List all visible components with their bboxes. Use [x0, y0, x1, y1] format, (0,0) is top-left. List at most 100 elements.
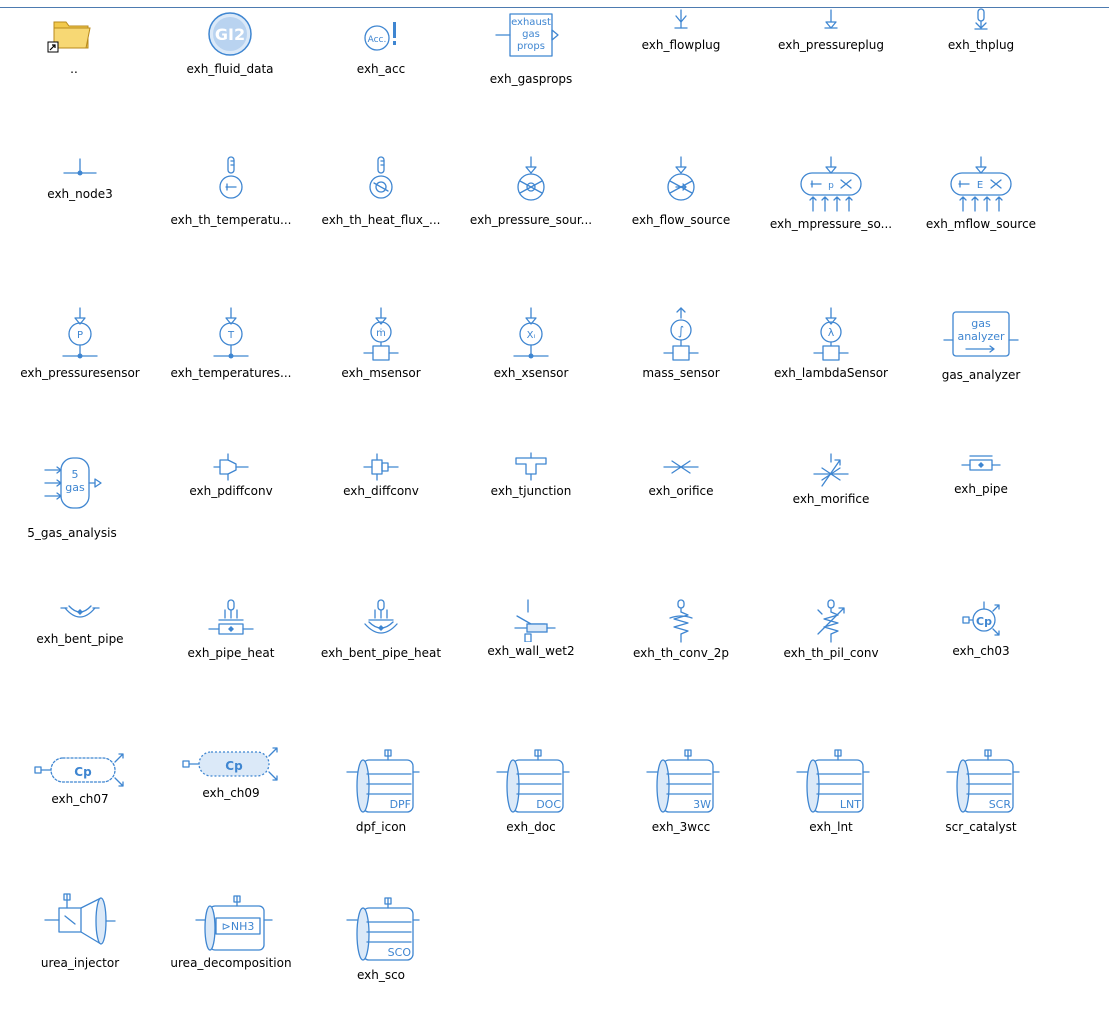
library-item-exh-wall-wet2[interactable]: exh_wall_wet2: [456, 598, 606, 718]
item-label: exh_3wcc: [651, 820, 711, 834]
library-item-exh-fluid-data[interactable]: GI2 exh_fluid_data: [155, 8, 305, 128]
library-item-exh-ch09[interactable]: Cp exh_ch09: [156, 744, 306, 864]
library-item-exh-pdiffconv[interactable]: exh_pdiffconv: [156, 452, 306, 572]
library-item-exh-orifice[interactable]: exh_orifice: [606, 452, 756, 572]
item-label: urea_decomposition: [170, 956, 292, 970]
svg-text:gas: gas: [65, 481, 85, 494]
pressure-sensor-icon: P: [62, 307, 98, 359]
library-item-exh-morifice[interactable]: exh_morifice: [756, 452, 906, 572]
library-item-exh-pressure-source[interactable]: exh_pressure_sour...: [456, 155, 606, 275]
library-item-gas-analyzer[interactable]: gas analyzer gas_analyzer: [906, 306, 1056, 426]
svg-text:Acc.: Acc.: [368, 35, 387, 45]
svg-text:ṁ: ṁ: [376, 328, 386, 339]
item-label: gas_analyzer: [941, 368, 1021, 382]
item-label: ..: [70, 62, 78, 76]
svg-text:DOC: DOC: [536, 798, 561, 811]
svg-text:LNT: LNT: [840, 798, 861, 811]
pipe-heat-icon: [208, 599, 254, 635]
item-label: exh_pipe: [954, 482, 1008, 496]
svg-text:GI2: GI2: [215, 25, 245, 44]
library-item-exh-diffconv[interactable]: exh_diffconv: [306, 452, 456, 572]
library-item-parent[interactable]: ..: [0, 8, 149, 128]
library-item-exh-pressureplug[interactable]: exh_pressureplug: [756, 8, 906, 128]
fluid-data-icon: GI2: [208, 12, 252, 56]
item-label: exh_ch07: [51, 792, 109, 806]
library-item-exh-msensor[interactable]: ṁ exh_msensor: [306, 306, 456, 426]
library-item-urea-injector[interactable]: urea_injector: [5, 892, 155, 1012]
pipe-icon: [961, 455, 1001, 471]
library-item-exh-pressuresensor[interactable]: P exh_pressuresensor: [5, 306, 155, 426]
mflow-source-icon: E: [950, 156, 1012, 212]
xsensor-icon: Xᵢ: [513, 307, 549, 359]
library-item-exh-thplug[interactable]: exh_thplug: [906, 8, 1056, 128]
svg-text:p: p: [828, 181, 834, 191]
library-icon-grid: .. GI2 exh_fluid_data Acc. exh_acc exhau…: [0, 0, 1109, 988]
th-conv-icon: [669, 599, 693, 643]
library-item-exh-lnt[interactable]: LNT exh_lnt: [756, 744, 906, 864]
library-item-exh-mpressure-source[interactable]: p exh_mpressure_so...: [756, 155, 906, 275]
svg-text:E: E: [977, 180, 983, 191]
item-label: exh_diffconv: [343, 484, 419, 498]
library-item-exh-lambdasensor[interactable]: λ exh_lambdaSensor: [756, 306, 906, 426]
library-item-exh-xsensor[interactable]: Xᵢ exh_xsensor: [456, 306, 606, 426]
library-item-exh-acc[interactable]: Acc. exh_acc: [306, 8, 456, 128]
library-item-exh-bent-pipe[interactable]: exh_bent_pipe: [5, 598, 155, 718]
item-label: 5_gas_analysis: [27, 526, 117, 540]
bent-pipe-heat-icon: [364, 599, 398, 634]
lambda-sensor-icon: λ: [813, 307, 849, 361]
library-item-dpf-icon[interactable]: DPF dpf_icon: [306, 744, 456, 864]
library-item-exh-pipe[interactable]: exh_pipe: [906, 452, 1056, 572]
item-label: mass_sensor: [642, 366, 720, 380]
library-item-exh-th-temperature[interactable]: exh_th_temperatu...: [156, 155, 306, 275]
svg-text:gas: gas: [522, 29, 540, 40]
library-item-mass-sensor[interactable]: ∫ mass_sensor: [606, 306, 756, 426]
urea-injector-icon: [44, 893, 116, 945]
library-item-exh-th-pil-conv[interactable]: exh_th_pil_conv: [756, 598, 906, 718]
item-label: exh_pressuresensor: [20, 366, 140, 380]
item-label: scr_catalyst: [945, 820, 1017, 834]
svg-text:analyzer: analyzer: [957, 330, 1005, 343]
library-item-exh-sco[interactable]: SCO exh_sco: [306, 892, 456, 1012]
library-item-exh-3wcc[interactable]: 3W exh_3wcc: [606, 744, 756, 864]
library-item-exh-th-heat-flux[interactable]: exh_th_heat_flux_...: [306, 155, 456, 275]
item-label: exh_mflow_source: [925, 217, 1037, 231]
item-label: exh_msensor: [341, 366, 421, 380]
library-item-exh-bent-pipe-heat[interactable]: exh_bent_pipe_heat: [306, 598, 456, 718]
svg-text:Cp: Cp: [976, 615, 992, 628]
svg-text:⊳NH3: ⊳NH3: [222, 920, 255, 933]
item-label: urea_injector: [40, 956, 120, 970]
item-label: exh_lnt: [809, 820, 853, 834]
library-item-exh-tjunction[interactable]: exh_tjunction: [456, 452, 606, 572]
urea-decomposition-icon: ⊳NH3: [195, 895, 273, 951]
sco-icon: SCO: [346, 897, 420, 961]
three-way-catalyst-icon: 3W: [646, 749, 720, 813]
library-item-scr-catalyst[interactable]: SCR scr_catalyst: [906, 744, 1056, 864]
five-gas-analysis-icon: 5 gas: [44, 457, 102, 509]
item-label: exh_acc: [356, 62, 406, 76]
library-item-exh-temperaturesensor[interactable]: T exh_temperatures...: [156, 306, 306, 426]
library-item-exh-flowplug[interactable]: exh_flowplug: [606, 8, 756, 128]
svg-text:Xᵢ: Xᵢ: [527, 330, 536, 341]
library-item-exh-ch03[interactable]: Cp exh_ch03: [906, 598, 1056, 718]
item-label: exh_gasprops: [489, 72, 573, 86]
library-item-exh-th-conv-2p[interactable]: exh_th_conv_2p: [606, 598, 756, 718]
chamber-3-icon: Cp: [962, 601, 1000, 636]
svg-text:props: props: [517, 41, 545, 52]
library-item-exh-ch07[interactable]: Cp exh_ch07: [5, 750, 155, 870]
item-label: exh_th_temperatu...: [170, 213, 292, 227]
library-item-urea-decomposition[interactable]: ⊳NH3 urea_decomposition: [156, 892, 306, 1012]
item-label: exh_pressureplug: [778, 38, 884, 52]
library-item-exh-pipe-heat[interactable]: exh_pipe_heat: [156, 598, 306, 718]
item-label: exh_thplug: [947, 38, 1015, 52]
library-item-5-gas-analysis[interactable]: 5 gas 5_gas_analysis: [0, 452, 147, 572]
library-item-exh-gasprops[interactable]: exhaust gas props exh_gasprops: [456, 8, 606, 128]
dpf-icon: DPF: [346, 749, 420, 813]
library-item-exh-flow-source[interactable]: exh_flow_source: [606, 155, 756, 275]
svg-text:DPF: DPF: [390, 798, 411, 811]
morifice-icon: [813, 453, 849, 487]
library-item-exh-mflow-source[interactable]: E exh_mflow_source: [906, 155, 1056, 275]
library-item-exh-doc[interactable]: DOC exh_doc: [456, 744, 606, 864]
item-label: exh_pipe_heat: [187, 646, 275, 660]
library-item-exh-node3[interactable]: exh_node3: [5, 155, 155, 275]
diffconv-icon: [363, 453, 399, 481]
